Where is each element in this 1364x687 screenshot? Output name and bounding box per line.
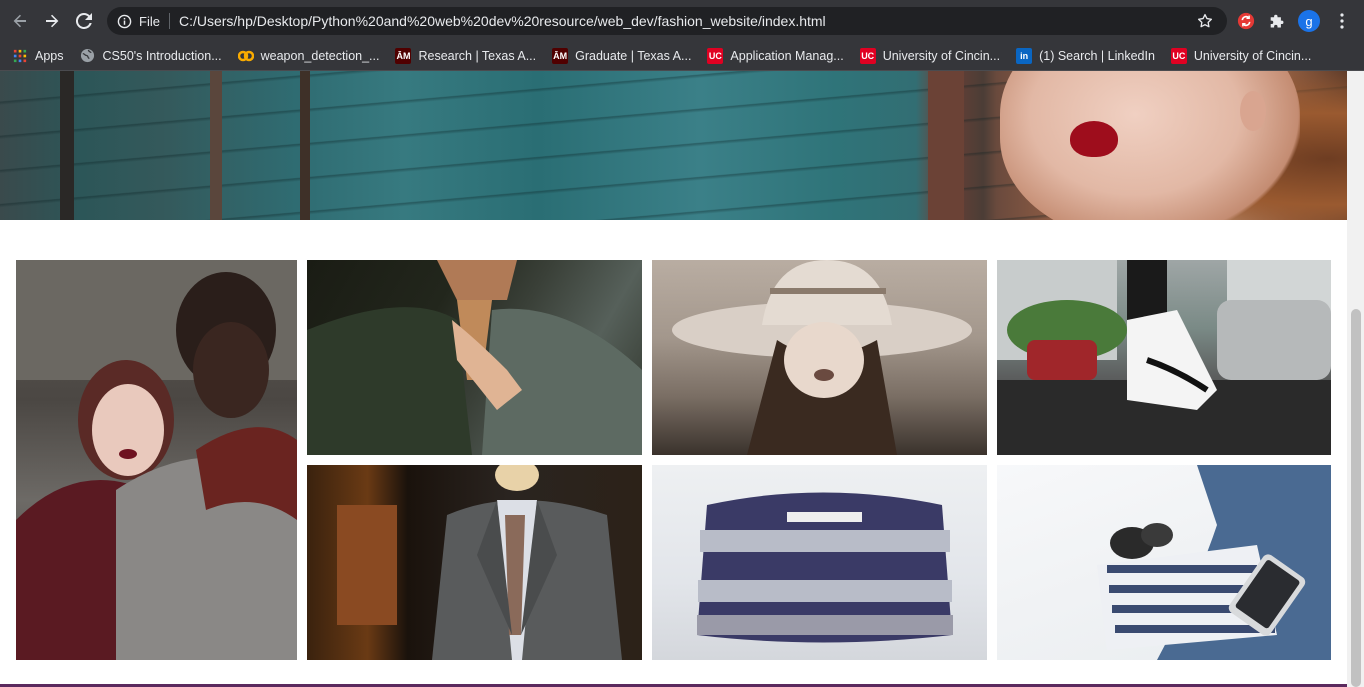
arrow-right-icon: [46, 14, 59, 27]
extension-button[interactable]: [1235, 10, 1257, 32]
bookmark-linkedin[interactable]: in (1) Search | LinkedIn: [1016, 44, 1159, 68]
omnibox-divider: [168, 13, 170, 29]
bookmark-graduate-tamu[interactable]: ĀM Graduate | Texas A...: [552, 44, 695, 68]
scheme-label: File: [139, 13, 160, 29]
gallery-image-two-women[interactable]: [16, 260, 297, 660]
bookmark-label: Apps: [35, 48, 64, 63]
bookmark-research-tamu[interactable]: ĀM Research | Texas A...: [395, 44, 540, 68]
bookmark-label: University of Cincin...: [1193, 48, 1312, 63]
colab-icon: [237, 48, 254, 64]
info-icon[interactable]: [116, 13, 132, 29]
page-scrollbar[interactable]: [1347, 71, 1364, 687]
bookmark-apps[interactable]: Apps: [12, 44, 68, 68]
hero-banner-image: [0, 71, 1347, 220]
tamu-icon: ĀM: [395, 47, 412, 64]
gallery-image-suit-mannequin[interactable]: [307, 465, 642, 660]
forward-button[interactable]: [39, 8, 65, 34]
url-text[interactable]: C:/Users/hp/Desktop/Python%20and%20web%2…: [179, 13, 826, 29]
bookmark-application-manager[interactable]: UC Application Manag...: [707, 44, 847, 68]
bookmark-label: (1) Search | LinkedIn: [1039, 48, 1155, 63]
bookmark-label: Graduate | Texas A...: [575, 48, 692, 63]
extensions-button[interactable]: [1266, 10, 1288, 32]
browser-toolbar: File C:/Users/hp/Desktop/Python%20and%20…: [0, 0, 1364, 41]
globe-icon: [80, 48, 96, 64]
bookmark-label: Research | Texas A...: [418, 48, 537, 63]
bookmark-label: Application Manag...: [730, 48, 844, 63]
bookmarks-bar: Apps CS50's Introduction... weapon_detec…: [0, 41, 1364, 71]
address-bar[interactable]: File C:/Users/hp/Desktop/Python%20and%20…: [107, 7, 1227, 35]
tamu-icon: ĀM: [552, 47, 569, 64]
gallery-image-sweater[interactable]: [652, 465, 987, 660]
uc-icon: UC: [707, 47, 724, 64]
reload-button[interactable]: [71, 8, 97, 34]
arrow-left-icon: [13, 14, 26, 27]
bookmark-uc-2[interactable]: UC University of Cincin...: [1170, 44, 1315, 68]
kebab-menu-icon: [1340, 13, 1344, 29]
bookmark-weapon-detection[interactable]: weapon_detection_...: [237, 44, 384, 68]
profile-avatar: g: [1298, 10, 1320, 32]
back-button[interactable]: [7, 8, 33, 34]
gallery-image-sneakers[interactable]: [997, 260, 1331, 455]
gallery-image-man-tie[interactable]: [307, 260, 642, 455]
page-viewport: [0, 71, 1347, 687]
puzzle-icon: [1270, 14, 1283, 27]
linkedin-icon: in: [1016, 47, 1033, 64]
hero-lips-detail: [1070, 121, 1118, 157]
bookmark-label: University of Cincin...: [882, 48, 1001, 63]
extension-sync-icon: [1237, 12, 1255, 30]
uc-icon: UC: [859, 47, 876, 64]
bookmark-uc-1[interactable]: UC University of Cincin...: [859, 44, 1004, 68]
gallery-image-woman-hat[interactable]: [652, 260, 987, 455]
gallery-image-striped-shirt[interactable]: [997, 465, 1331, 660]
bookmark-star-icon[interactable]: [1196, 12, 1214, 30]
bookmark-cs50[interactable]: CS50's Introduction...: [80, 44, 226, 68]
scrollbar-thumb[interactable]: [1351, 309, 1361, 687]
apps-grid-icon: [12, 48, 28, 64]
uc-icon: UC: [1170, 47, 1187, 64]
browser-menu-button[interactable]: [1331, 10, 1353, 32]
reload-icon: [76, 12, 92, 29]
bookmark-label: CS50's Introduction...: [102, 48, 222, 63]
bookmark-label: weapon_detection_...: [260, 48, 380, 63]
profile-button[interactable]: g: [1298, 10, 1320, 32]
